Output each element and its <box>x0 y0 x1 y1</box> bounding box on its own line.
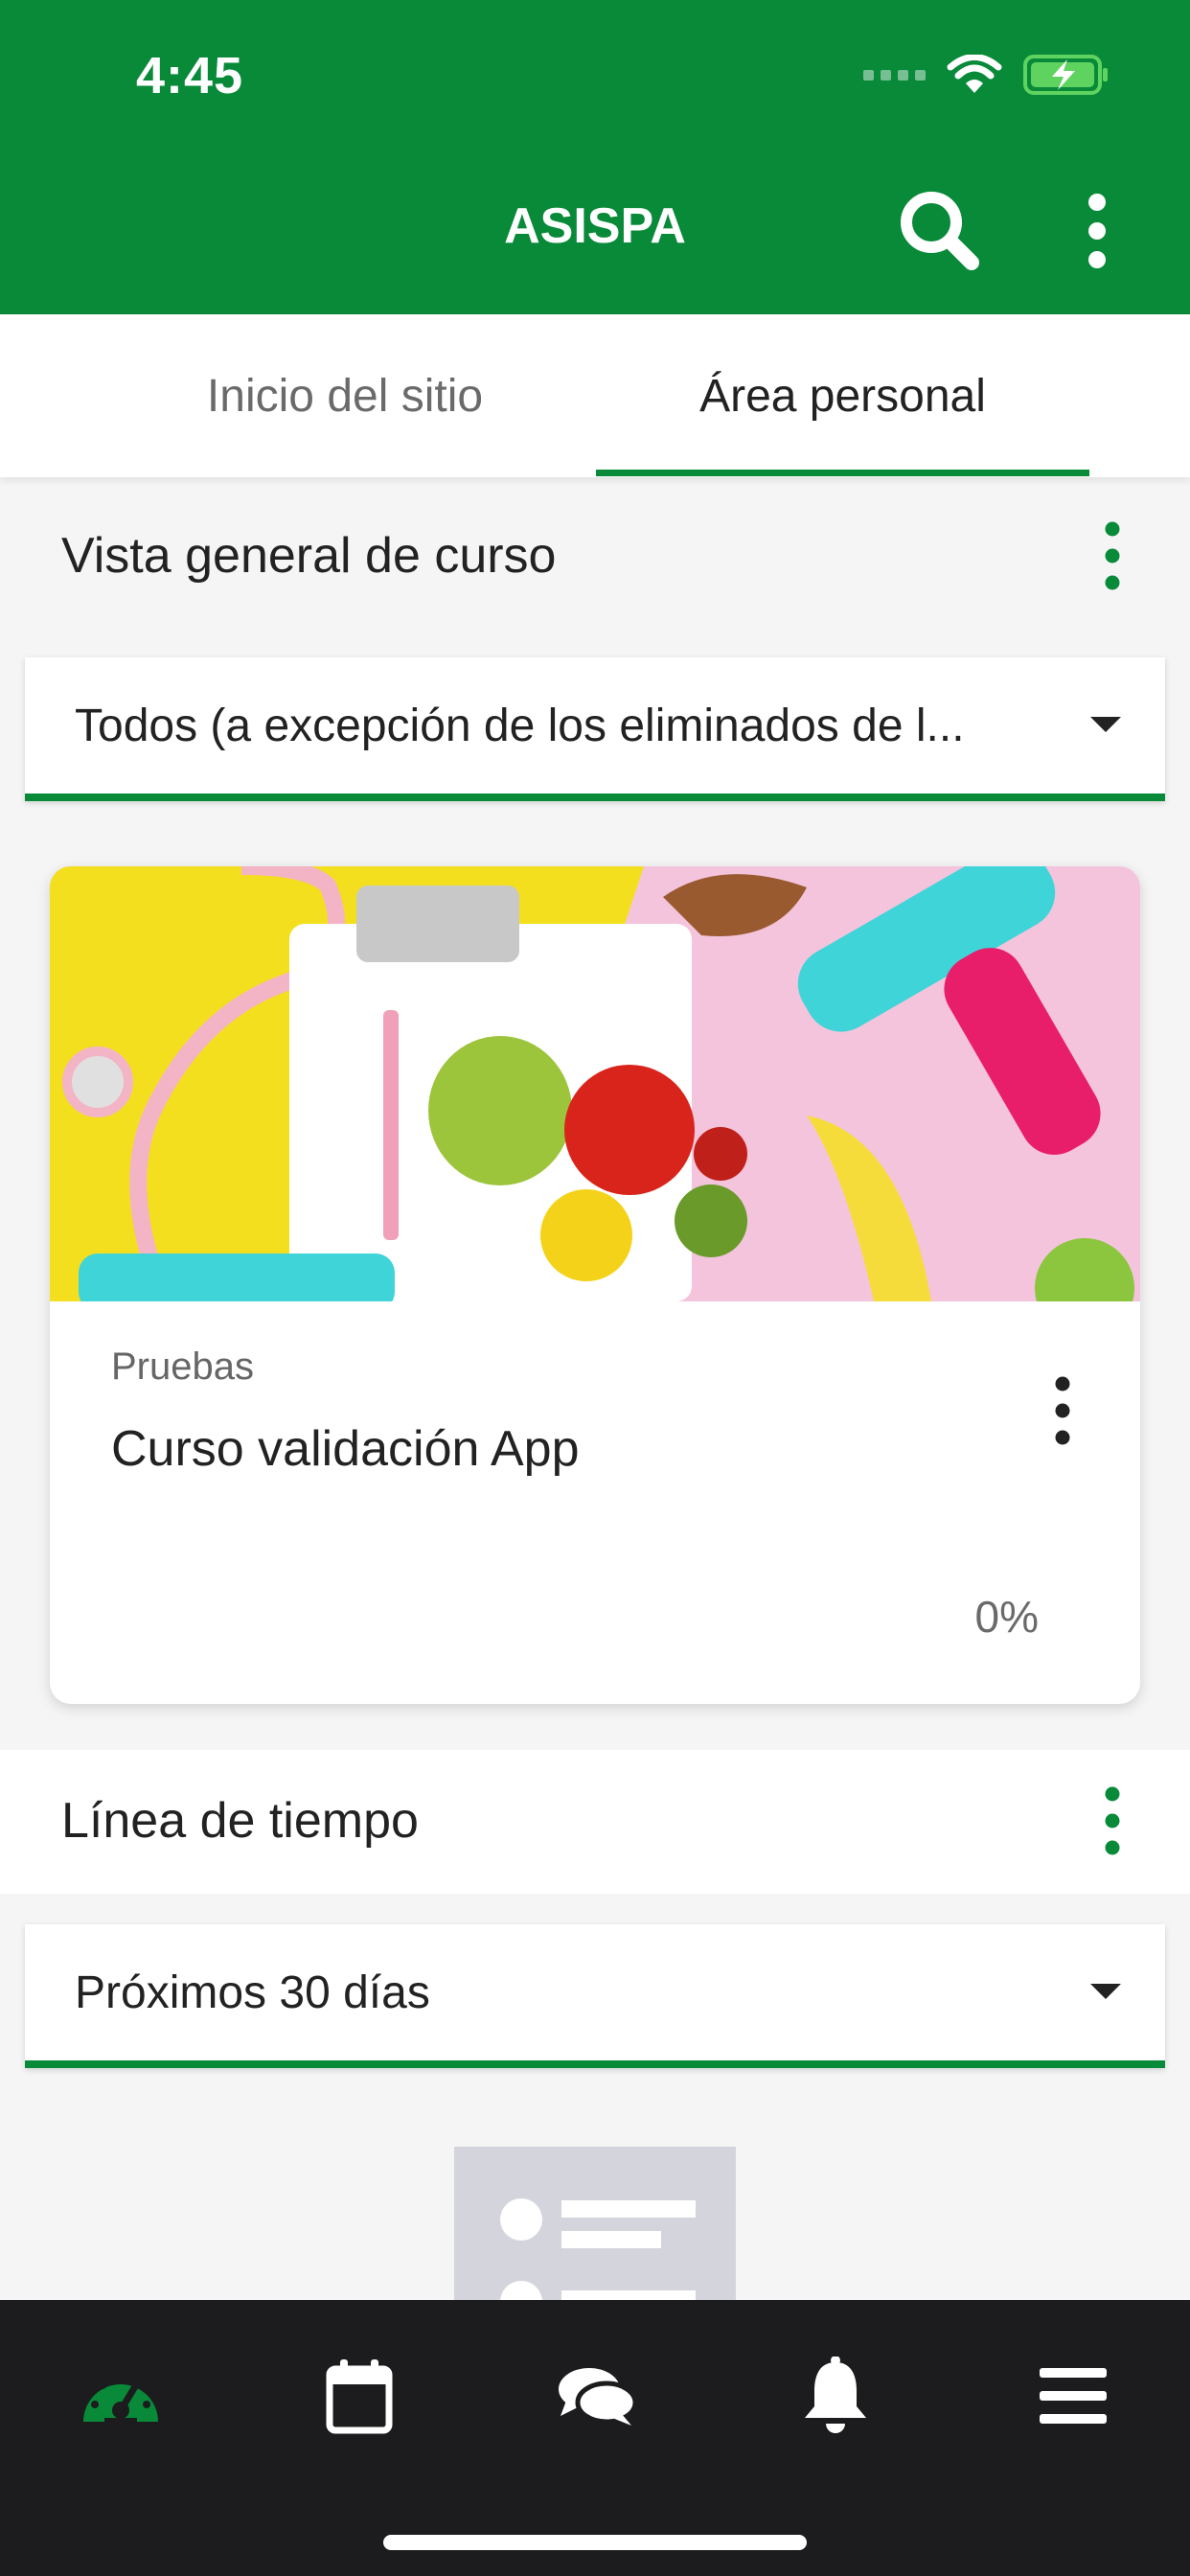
timeline-title: Línea de tiempo <box>61 1793 419 1849</box>
nav-notifications[interactable] <box>768 2338 903 2453</box>
tab-bar: Inicio del sitio Área personal <box>0 314 1190 477</box>
timeline-header: Línea de tiempo <box>0 1750 1190 1894</box>
course-card[interactable]: Pruebas Curso validación App 0% <box>50 866 1140 1704</box>
active-tab-indicator <box>596 470 1089 476</box>
course-filter-select[interactable]: Todos (a excepción de los eliminados de … <box>25 657 1165 801</box>
more-vertical-icon <box>1105 521 1120 590</box>
app-title: ASISPA <box>504 198 686 254</box>
nav-messages[interactable] <box>529 2338 663 2453</box>
app-header: 4:45 ASISPA <box>0 0 1190 314</box>
search-icon <box>901 192 979 270</box>
course-menu-button[interactable] <box>1039 1372 1087 1449</box>
dropdown-arrow-icon <box>1090 717 1121 732</box>
timeline-filter-select[interactable]: Próximos 30 días <box>25 1924 1165 2068</box>
course-filter-value: Todos (a excepción de los eliminados de … <box>75 701 965 751</box>
dashboard-icon <box>83 2373 158 2427</box>
nav-dashboard[interactable] <box>54 2338 188 2453</box>
more-vertical-icon <box>1055 1376 1070 1445</box>
messages-icon <box>559 2368 637 2426</box>
nav-more-menu[interactable] <box>1006 2338 1140 2453</box>
dropdown-arrow-icon <box>1090 1984 1121 1999</box>
search-button[interactable] <box>891 182 987 278</box>
more-options-button[interactable] <box>1064 188 1131 274</box>
wifi-icon <box>947 55 1002 93</box>
menu-icon <box>1040 2368 1107 2424</box>
course-overview-menu-button[interactable] <box>1088 518 1136 594</box>
course-category: Pruebas <box>111 1346 254 1388</box>
calendar-icon <box>326 2359 393 2434</box>
tab-dashboard[interactable]: Área personal <box>596 314 1089 477</box>
notifications-icon <box>805 2357 866 2433</box>
status-time: 4:45 <box>136 47 244 104</box>
course-overview-title: Vista general de curso <box>61 528 557 584</box>
app-screen: 4:45 ASISPA Inicio del sitio Área person… <box>0 0 1190 2576</box>
empty-list-icon <box>454 2147 736 2310</box>
tab-site-home[interactable]: Inicio del sitio <box>101 314 589 477</box>
more-vertical-icon <box>1105 1786 1120 1855</box>
timeline-filter-value: Próximos 30 días <box>75 1967 430 2018</box>
course-overview-header: Vista general de curso <box>0 485 1190 629</box>
timeline-menu-button[interactable] <box>1088 1782 1136 1859</box>
nav-calendar[interactable] <box>292 2338 426 2453</box>
home-indicator <box>383 2535 807 2550</box>
battery-charging-icon <box>1023 55 1108 95</box>
cellular-signal-icon <box>863 69 926 80</box>
status-indicators <box>863 54 1110 96</box>
more-vertical-icon <box>1088 194 1106 268</box>
course-name[interactable]: Curso validación App <box>111 1420 580 1478</box>
course-progress: 0% <box>974 1592 1039 1642</box>
course-image <box>50 866 1140 1301</box>
